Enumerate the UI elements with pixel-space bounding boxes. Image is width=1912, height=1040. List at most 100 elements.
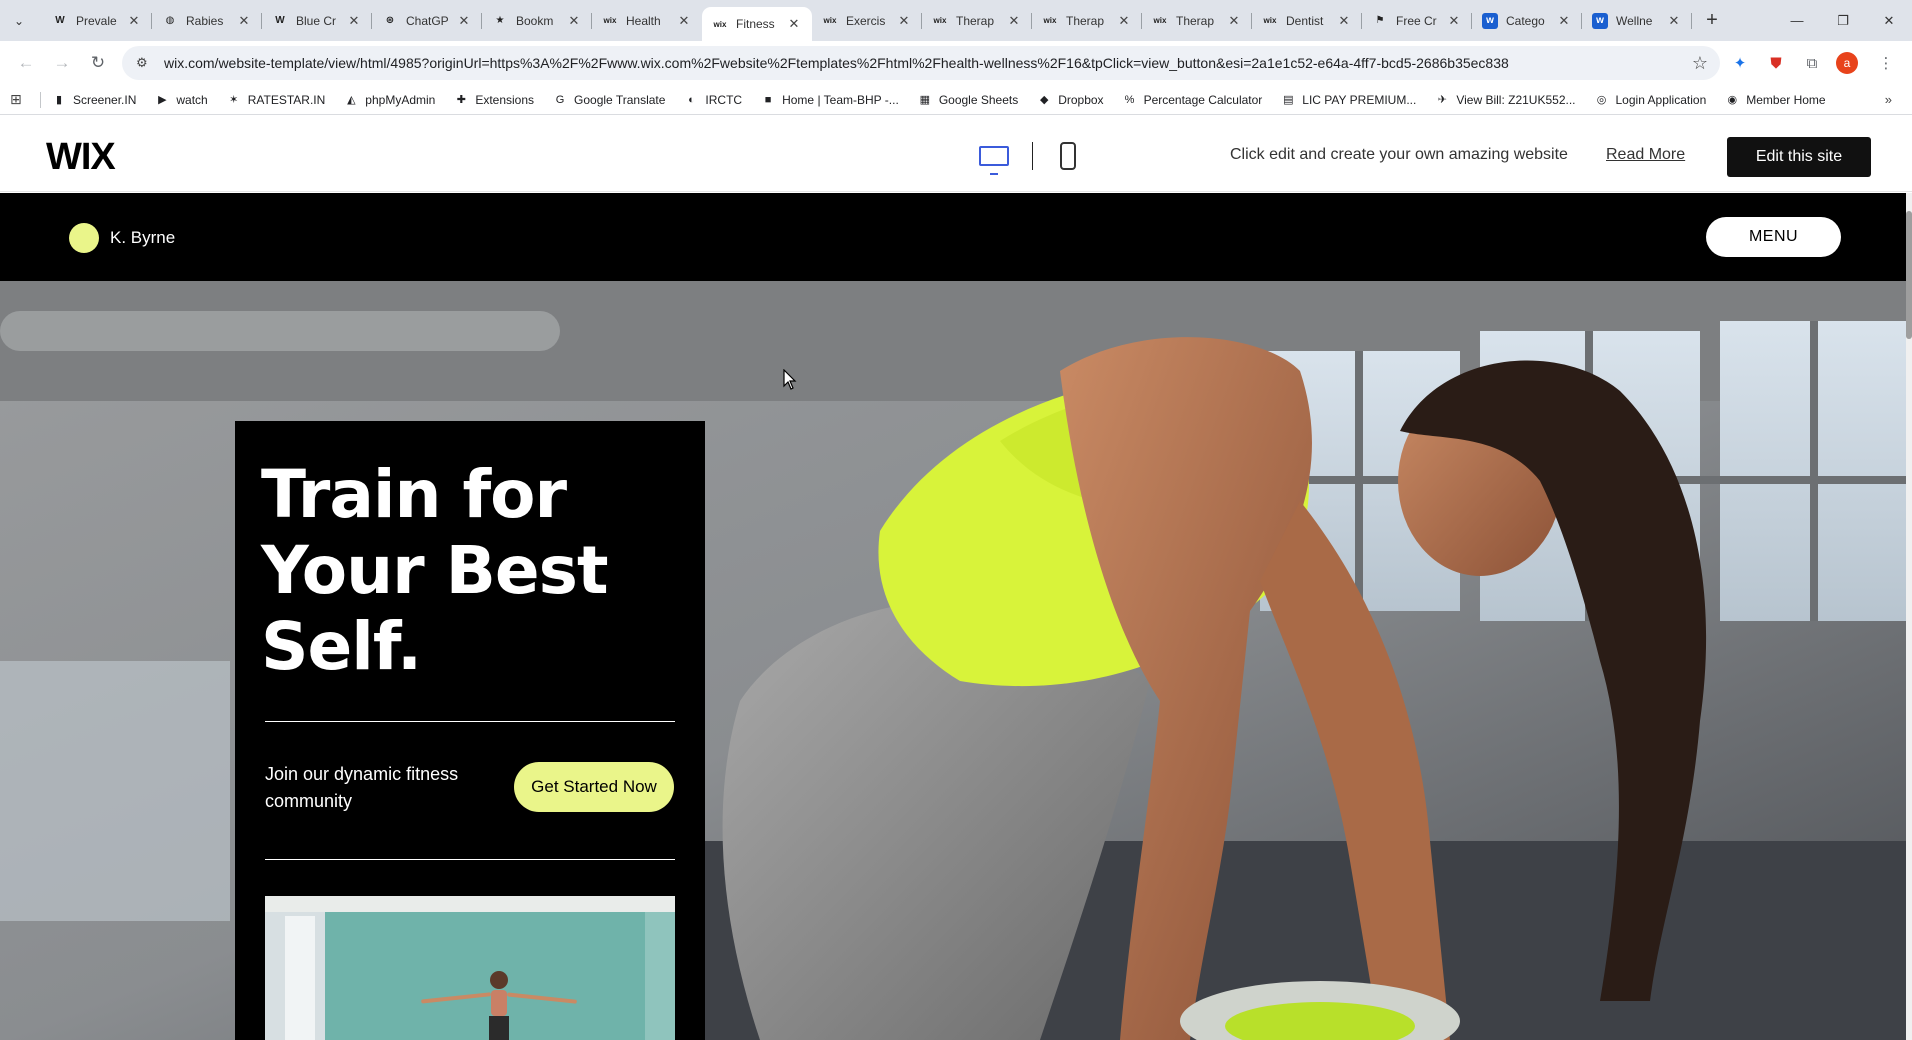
tab-title: Health xyxy=(626,13,661,28)
bookmark-item[interactable]: ◐ IRCTC xyxy=(683,92,742,108)
bookmark-favicon-icon: ▤ xyxy=(1283,94,1294,106)
bookmark-item[interactable]: ▮ Screener.IN xyxy=(51,92,136,108)
bookmark-item[interactable]: G Google Translate xyxy=(552,92,666,108)
bookmark-item[interactable]: ■ Home | Team-BHP -... xyxy=(760,92,899,108)
scrollbar-thumb[interactable] xyxy=(1906,211,1912,339)
tab-12[interactable]: ⚑ Free Cr ✕ xyxy=(1362,0,1472,41)
tab-close-icon[interactable]: ✕ xyxy=(346,13,362,29)
tab-10[interactable]: wix Therap ✕ xyxy=(1142,0,1252,41)
desktop-view-icon[interactable] xyxy=(978,142,1010,175)
brand-logo-dot[interactable] xyxy=(69,223,99,253)
apps-grid-icon[interactable]: ⊞ xyxy=(10,91,30,108)
bookmark-item[interactable]: ▤ LIC PAY PREMIUM... xyxy=(1280,92,1416,108)
tab-favicon-icon: W xyxy=(275,15,285,26)
tab-close-icon[interactable]: ✕ xyxy=(1226,13,1242,29)
tab-close-icon[interactable]: ✕ xyxy=(456,13,472,29)
new-tab-button[interactable]: + xyxy=(1698,7,1726,35)
tab-favicon-icon: w xyxy=(1482,12,1498,29)
bookmark-label: LIC PAY PREMIUM... xyxy=(1302,92,1417,107)
tab-close-icon[interactable]: ✕ xyxy=(566,13,582,29)
more-bookmarks-icon[interactable]: » xyxy=(1885,92,1892,107)
bookmark-favicon-icon: ▦ xyxy=(919,94,931,106)
browser-menu-icon[interactable]: ⋮ xyxy=(1870,47,1902,79)
tab-favicon-icon: wix xyxy=(603,16,617,25)
close-window-icon[interactable]: ✕ xyxy=(1866,0,1912,41)
get-started-button[interactable]: Get Started Now xyxy=(514,762,674,812)
wix-logo[interactable]: WIX xyxy=(46,136,116,179)
extension-icon[interactable]: ✦ xyxy=(1724,47,1756,79)
profile-avatar[interactable]: a xyxy=(1836,52,1858,74)
site-info-icon[interactable]: ⚙ xyxy=(136,55,154,71)
bookmark-label: Member Home xyxy=(1746,92,1826,107)
tab-2[interactable]: W Blue Cr ✕ xyxy=(262,0,372,41)
read-more-link[interactable]: Read More xyxy=(1606,146,1685,164)
bookmark-item[interactable]: ◭ phpMyAdmin xyxy=(343,92,435,108)
tab-favicon-icon: w xyxy=(1592,12,1608,29)
tab-close-icon[interactable]: ✕ xyxy=(1446,13,1462,29)
bookmark-favicon-icon: ✈ xyxy=(1437,94,1447,106)
bookmark-favicon-icon: % xyxy=(1124,93,1135,106)
tab-1[interactable]: ◍ Rabies ✕ xyxy=(152,0,262,41)
tab-0[interactable]: W Prevale ✕ xyxy=(42,0,152,41)
card-divider-bottom xyxy=(265,859,675,860)
bookmark-favicon-icon: ◭ xyxy=(347,94,356,106)
brand-name[interactable]: K. Byrne xyxy=(110,228,175,248)
site-header: K. Byrne MENU xyxy=(0,193,1906,281)
tab-close-icon[interactable]: ✕ xyxy=(1666,13,1682,29)
tab-14[interactable]: w Wellne ✕ xyxy=(1582,0,1692,41)
page-scrollbar[interactable] xyxy=(1906,193,1912,1040)
tab-favicon-icon: wix xyxy=(1263,16,1277,25)
tab-6[interactable]: wix Fitness ✕ xyxy=(702,7,812,41)
bookmark-label: View Bill: Z21UK552... xyxy=(1456,92,1576,107)
hero-card: Train for Your Best Self. Join our dynam… xyxy=(235,421,705,1040)
tab-close-icon[interactable]: ✕ xyxy=(126,13,142,29)
forward-button[interactable]: → xyxy=(46,47,78,79)
edit-site-button[interactable]: Edit this site xyxy=(1727,137,1871,177)
bookmark-favicon-icon: ▶ xyxy=(158,94,167,106)
reload-button[interactable]: ↻ xyxy=(82,47,114,79)
tab-7[interactable]: wix Exercis ✕ xyxy=(812,0,922,41)
tab-close-icon[interactable]: ✕ xyxy=(1116,13,1132,29)
tab-close-icon[interactable]: ✕ xyxy=(1556,13,1572,29)
mobile-view-icon[interactable] xyxy=(1060,142,1076,170)
bookmark-item[interactable]: ▦ Google Sheets xyxy=(917,92,1019,108)
tab-favicon-icon: ◍ xyxy=(165,15,175,26)
address-bar[interactable]: ⚙ wix.com/website-template/view/html/498… xyxy=(122,46,1720,80)
tab-8[interactable]: wix Therap ✕ xyxy=(922,0,1032,41)
bookmark-item[interactable]: ✚ Extensions xyxy=(453,92,534,108)
bookmark-label: Percentage Calculator xyxy=(1143,92,1263,107)
tab-close-icon[interactable]: ✕ xyxy=(896,13,912,29)
bookmark-item[interactable]: % Percentage Calculator xyxy=(1122,92,1263,108)
tab-favicon-icon: W xyxy=(55,15,65,26)
bookmark-item[interactable]: ▶ watch xyxy=(154,92,208,108)
tab-favicon-icon: wix xyxy=(1153,16,1167,25)
tab-4[interactable]: ★ Bookm ✕ xyxy=(482,0,592,41)
shield-extension-icon[interactable]: ⛊ xyxy=(1760,47,1792,79)
tab-close-icon[interactable]: ✕ xyxy=(676,13,692,29)
tab-close-icon[interactable]: ✕ xyxy=(1336,13,1352,29)
tab-search-icon[interactable]: ⌄ xyxy=(8,10,30,32)
tab-9[interactable]: wix Therap ✕ xyxy=(1032,0,1142,41)
minimize-icon[interactable]: — xyxy=(1774,0,1820,41)
tab-close-icon[interactable]: ✕ xyxy=(786,16,802,32)
bookmark-star-icon[interactable]: ☆ xyxy=(1692,53,1708,74)
restore-icon[interactable]: ❐ xyxy=(1820,0,1866,41)
menu-button[interactable]: MENU xyxy=(1706,217,1841,257)
bookmark-item[interactable]: ◉ Member Home xyxy=(1724,92,1825,108)
tab-13[interactable]: w Catego ✕ xyxy=(1472,0,1582,41)
tab-close-icon[interactable]: ✕ xyxy=(236,13,252,29)
tab-3[interactable]: ⊛ ChatGP ✕ xyxy=(372,0,482,41)
bookmark-item[interactable]: ◆ Dropbox xyxy=(1036,92,1104,108)
tab-close-icon[interactable]: ✕ xyxy=(1006,13,1022,29)
tab-11[interactable]: wix Dentist ✕ xyxy=(1252,0,1362,41)
bookmark-favicon-icon: ✚ xyxy=(456,94,466,106)
bookmark-item[interactable]: ◎ Login Application xyxy=(1594,92,1707,108)
extensions-puzzle-icon[interactable]: ⧉ xyxy=(1796,47,1828,79)
url-text[interactable]: wix.com/website-template/view/html/4985?… xyxy=(164,55,1664,71)
bookmark-list: ▮ Screener.IN ▶ watch ✶ RATESTAR.IN ◭ phpMyAdmi… xyxy=(51,92,1844,108)
tab-5[interactable]: wix Health ✕ xyxy=(592,0,702,41)
bookmark-item[interactable]: ✶ RATESTAR.IN xyxy=(226,92,325,108)
back-button[interactable]: ← xyxy=(10,47,42,79)
bookmark-item[interactable]: ✈ View Bill: Z21UK552... xyxy=(1434,92,1576,108)
bookmark-label: Screener.IN xyxy=(73,92,137,107)
